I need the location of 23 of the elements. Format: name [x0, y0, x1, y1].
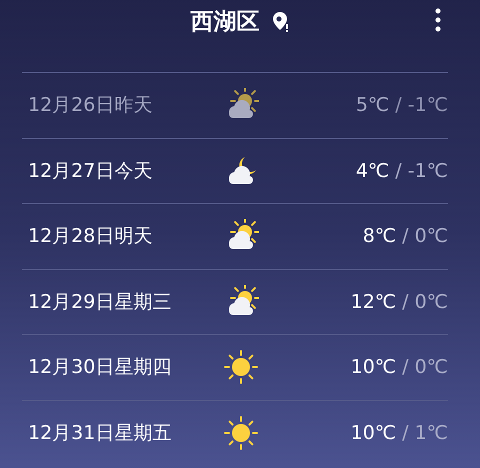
low-temperature: / 0℃	[402, 224, 448, 249]
high-temperature: 4℃	[356, 158, 390, 184]
low-temperature: / 0℃	[402, 355, 448, 380]
location-title: 西湖区	[190, 8, 260, 37]
low-temperature: / 1℃	[402, 420, 448, 446]
high-temperature: 10℃	[350, 355, 396, 380]
date-label: 12月29日星期三	[28, 290, 172, 314]
high-temperature: 12℃	[350, 290, 396, 314]
low-temperature: / 0℃	[402, 290, 448, 314]
date-label: 12月28日明天	[28, 224, 154, 249]
low-temperature: / -1℃	[395, 158, 448, 184]
date-label: 12月30日星期四	[28, 355, 172, 380]
date-label: 12月31日星期五	[28, 420, 172, 446]
date-label: 12月26日昨天	[28, 93, 154, 118]
more-menu-icon[interactable]	[434, 7, 442, 33]
high-temperature: 10℃	[350, 420, 396, 446]
date-label: 12月27日今天	[28, 158, 154, 184]
sun-icon	[223, 414, 259, 451]
location-pin-icon[interactable]	[272, 11, 290, 33]
sun-icon	[223, 349, 259, 386]
high-temperature: 8℃	[362, 224, 396, 249]
high-temperature: 5℃	[356, 93, 390, 118]
low-temperature: / -1℃	[395, 93, 448, 118]
